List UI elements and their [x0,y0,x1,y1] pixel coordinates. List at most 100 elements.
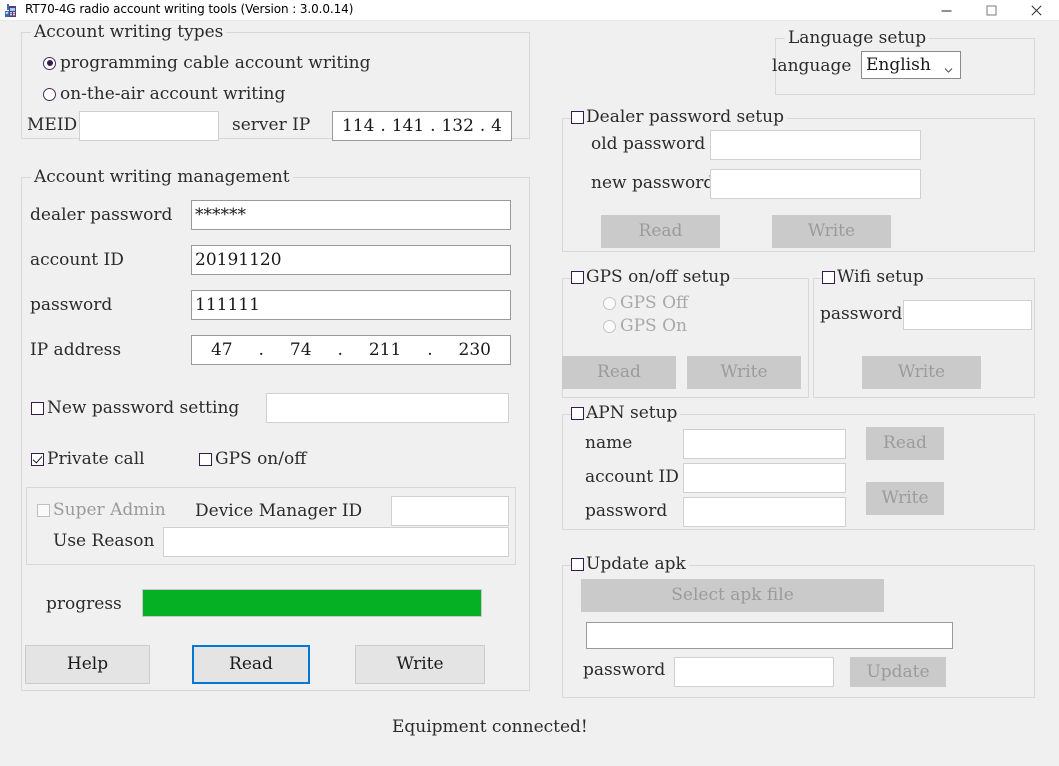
apk-update-button[interactable]: Update [850,657,946,687]
group-title: GPS on/off setup [586,267,731,287]
gps-write-button[interactable]: Write [687,356,801,389]
account-writing-types-group: Account writing types programming cable … [21,22,530,141]
new-password-input[interactable] [266,393,509,423]
wifi-write-button[interactable]: Write [862,356,981,389]
language-select[interactable]: English [861,51,961,79]
title-bar: RT70-4G radio account writing tools (Ver… [0,0,1059,21]
gps-setup-group: GPS on/off setup GPS Off GPS On Read Wri… [562,267,809,398]
close-button[interactable] [1014,0,1059,21]
apk-file-path-input[interactable] [586,622,953,649]
apn-password-input[interactable] [683,497,846,527]
status-message: Equipment connected! [392,717,588,737]
server-ip-octet-2: 141 [391,115,425,136]
radio-label: on-the-air account writing [60,84,286,104]
apn-setup-checkbox[interactable]: APN setup [571,403,681,423]
gps-setup-checkbox[interactable]: GPS on/off setup [571,267,734,287]
wifi-password-input[interactable] [903,300,1032,330]
radio-label: programming cable account writing [60,53,371,73]
apn-write-button[interactable]: Write [866,482,944,515]
progress-fill [143,590,481,616]
group-title: Account writing management [31,167,293,187]
apk-password-input[interactable] [674,657,834,687]
select-apk-file-button[interactable]: Select apk file [581,579,884,612]
radio-indicator [43,56,56,70]
radio-indicator [43,87,56,101]
server-ip-input[interactable]: 114 . 141 . 132 . 4 [332,111,512,141]
minimize-button[interactable] [924,0,969,21]
account-id-label: account ID [30,250,124,270]
super-admin-panel: Super Admin Device Manager ID Use Reason [26,487,516,565]
update-apk-group: Update apk Select apk file password Upda… [562,554,1035,698]
super-admin-checkbox[interactable]: Super Admin [37,500,166,520]
gps-onoff-checkbox[interactable]: GPS on/off [199,449,306,469]
group-title: Language setup [785,28,930,48]
meid-label: MEID [27,115,78,135]
radio-indicator [603,319,616,333]
dealer-password-setup-checkbox[interactable]: Dealer password setup [571,107,787,127]
checkbox-indicator [199,452,212,466]
maximize-button[interactable] [969,0,1014,21]
radio-gps-on[interactable]: GPS On [603,316,687,336]
password-input[interactable]: 111111 [191,290,511,320]
apn-name-input[interactable] [683,429,846,459]
apn-read-button[interactable]: Read [866,427,944,460]
meid-input[interactable] [79,111,219,141]
language-label: language [772,56,852,76]
progress-bar [142,589,482,617]
group-title: APN setup [586,403,678,423]
dealer-password-label: dealer password [30,205,173,225]
use-reason-label: Use Reason [53,531,155,551]
ip-octet-3: 211 [368,339,402,360]
radio-programming-cable[interactable]: programming cable account writing [43,53,371,73]
apn-name-label: name [585,433,633,453]
apk-password-label: password [583,660,666,680]
server-ip-octet-4: 4 [491,115,502,136]
ip-octet-2: 74 [289,339,312,360]
server-ip-octet-3: 132 [441,115,474,136]
ip-dot: . [479,115,486,136]
dealer-write-button[interactable]: Write [772,215,891,248]
apn-account-id-input[interactable] [683,463,846,493]
private-call-checkbox[interactable]: Private call [31,449,145,469]
update-apk-checkbox[interactable]: Update apk [571,554,689,574]
radio-indicator [603,296,616,310]
wifi-setup-checkbox[interactable]: Wifi setup [822,267,927,287]
ip-dot: . [430,115,436,136]
ip-dot: . [337,339,343,360]
checkbox-label: New password setting [47,398,240,418]
ip-address-input[interactable]: 47 . 74 . 211 . 230 [191,335,511,365]
account-id-input[interactable]: 20191120 [191,245,511,275]
group-title: Wifi setup [837,267,924,287]
new-password-input[interactable] [710,169,921,199]
dealer-password-input[interactable]: ****** [191,200,511,230]
ip-dot: . [258,339,264,360]
window-title: RT70-4G radio account writing tools (Ver… [25,2,354,16]
ip-address-label: IP address [30,340,122,360]
checkbox-indicator [571,110,584,124]
language-setup-group: Language setup language English [772,28,1035,95]
old-password-input[interactable] [710,130,921,160]
checkbox-indicator [571,557,584,571]
checkbox-indicator [31,401,44,415]
group-title: Account writing types [31,22,227,42]
server-ip-octet-1: 114 [341,115,375,136]
password-label: password [30,295,113,315]
device-manager-id-input[interactable] [391,496,509,526]
chevron-down-icon [944,60,953,73]
read-button[interactable]: Read [192,645,310,684]
help-button[interactable]: Help [25,645,150,684]
apn-setup-group: APN setup name account ID password Read … [562,403,1035,530]
radio-on-the-air[interactable]: on-the-air account writing [43,84,285,104]
ip-octet-1: 47 [210,339,233,360]
radio-label: GPS On [620,316,687,336]
group-title: Update apk [586,554,686,574]
use-reason-input[interactable] [163,527,509,557]
gps-read-button[interactable]: Read [562,356,676,389]
new-password-setting-checkbox[interactable]: New password setting [31,398,239,418]
write-button[interactable]: Write [355,645,485,684]
radio-gps-off[interactable]: GPS Off [603,293,688,313]
wifi-password-label: password [820,304,903,324]
account-writing-management-group: Account writing management dealer passwo… [21,167,530,691]
dealer-read-button[interactable]: Read [601,215,720,248]
server-ip-label: server IP [232,115,311,135]
